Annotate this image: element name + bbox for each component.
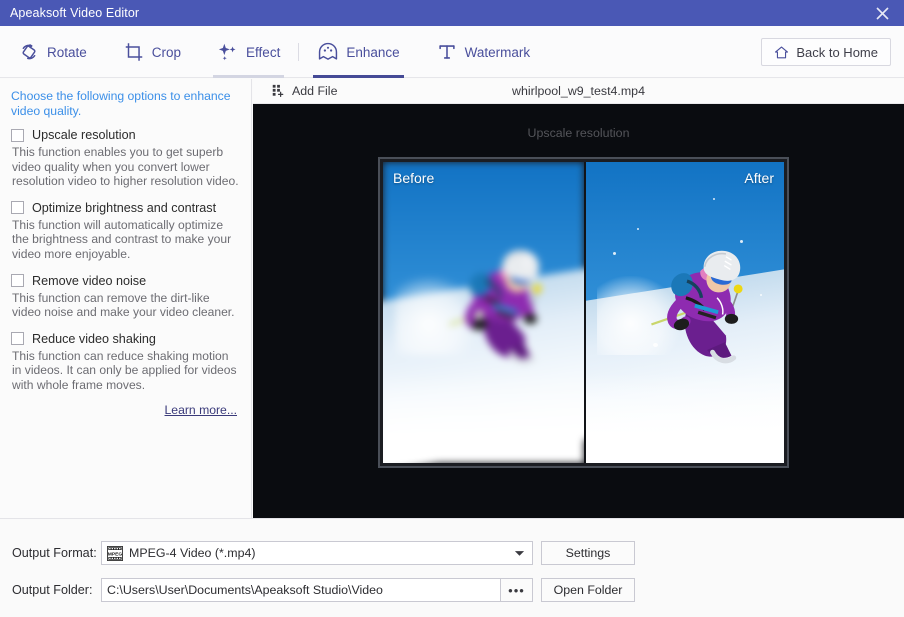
panel-intro-text: Choose the following options to enhance … <box>11 89 231 118</box>
video-preview-area: Upscale resolution Before After <box>253 104 904 518</box>
checkbox-remove-video-noise[interactable] <box>11 274 24 288</box>
crop-icon <box>123 41 145 63</box>
tab-effect-underline <box>213 75 285 78</box>
main-toolbar: Rotate Crop Effect Enhance Watermark Bac… <box>0 26 904 78</box>
option-description: This function can remove the dirt-like v… <box>12 290 235 320</box>
tab-effect[interactable]: Effect <box>199 26 298 78</box>
skier-figure <box>647 213 758 403</box>
checkbox-upscale-resolution[interactable] <box>11 128 24 142</box>
enhance-options-panel: Choose the following options to enhance … <box>0 79 252 518</box>
option-remove-video-noise[interactable]: Remove video noise <box>11 274 240 288</box>
home-icon <box>774 45 789 60</box>
tab-watermark-label: Watermark <box>464 44 531 60</box>
after-scene <box>585 162 784 463</box>
tab-rotate-underline <box>14 75 91 78</box>
browse-folder-button[interactable]: ••• <box>501 578 533 602</box>
option-optimize-brightness-contrast[interactable]: Optimize brightness and contrast <box>11 201 240 215</box>
preview-before-pane: Before <box>383 162 584 463</box>
tab-enhance-label: Enhance <box>346 44 400 60</box>
option-label: Upscale resolution <box>32 128 136 142</box>
preview-frame[interactable]: Before After <box>378 157 789 468</box>
settings-label: Settings <box>565 546 611 560</box>
text-t-icon <box>436 41 458 63</box>
tab-crop-label: Crop <box>151 44 182 60</box>
close-icon <box>875 6 889 20</box>
svg-text:MPEG: MPEG <box>108 551 123 557</box>
file-bar: Add File whirlpool_w9_test4.mp4 <box>253 79 904 104</box>
tab-enhance[interactable]: Enhance <box>299 26 417 78</box>
output-format-value: MPEG-4 Video (*.mp4) <box>129 546 256 560</box>
current-file-name: whirlpool_w9_test4.mp4 <box>512 84 645 98</box>
bottom-bar: Output Format: MPEG MPEG-4 Video (*.mp4)… <box>0 518 904 617</box>
add-file-icon <box>271 84 285 98</box>
option-reduce-video-shaking[interactable]: Reduce video shaking <box>11 332 240 346</box>
tab-enhance-underline <box>313 75 404 78</box>
sparkle-icon <box>217 41 239 63</box>
output-format-select[interactable]: MPEG MPEG-4 Video (*.mp4) <box>101 541 533 565</box>
option-description: This function enables you to get superb … <box>12 145 239 189</box>
tab-bar: Rotate Crop Effect Enhance Watermark <box>0 26 548 78</box>
tab-effect-label: Effect <box>246 44 281 60</box>
enhance-icon <box>317 41 339 63</box>
add-file-label: Add File <box>292 84 338 98</box>
output-folder-input[interactable]: C:\Users\User\Documents\Apeaksoft Studio… <box>101 578 501 602</box>
option-label: Optimize brightness and contrast <box>32 200 217 215</box>
checkbox-reduce-video-shaking[interactable] <box>11 332 24 346</box>
output-folder-label: Output Folder: <box>12 583 93 597</box>
before-label: Before <box>393 170 435 186</box>
chevron-down-icon[interactable] <box>508 542 530 564</box>
tab-rotate[interactable]: Rotate <box>0 26 105 78</box>
preview-inner: Before After <box>383 162 784 463</box>
option-label: Remove video noise <box>32 273 147 288</box>
tab-crop-underline <box>119 75 185 78</box>
output-format-row: Output Format: MPEG MPEG-4 Video (*.mp4)… <box>12 541 635 565</box>
option-upscale-resolution[interactable]: Upscale resolution <box>11 128 240 142</box>
app-window: Apeaksoft Video Editor Rotate Crop Effec… <box>0 0 904 617</box>
preview-after-pane: After <box>583 162 784 463</box>
learn-more-link[interactable]: Learn more... <box>165 403 237 417</box>
snow-flake <box>613 252 617 256</box>
before-scene <box>383 162 584 463</box>
option-description: This function can reduce shaking motion … <box>12 348 237 392</box>
back-to-home-button[interactable]: Back to Home <box>761 38 891 66</box>
add-file-button[interactable]: Add File <box>271 84 337 98</box>
output-folder-value: C:\Users\User\Documents\Apeaksoft Studio… <box>107 583 383 597</box>
snow-flake <box>712 198 715 201</box>
window-title: Apeaksoft Video Editor <box>10 6 140 20</box>
learn-more-container: Learn more... <box>11 401 240 419</box>
tab-rotate-label: Rotate <box>47 44 87 60</box>
open-folder-label: Open Folder <box>553 583 623 597</box>
title-bar: Apeaksoft Video Editor <box>0 0 904 26</box>
back-to-home-label: Back to Home <box>796 44 878 60</box>
output-format-label: Output Format: <box>12 546 97 560</box>
after-label: After <box>744 170 774 186</box>
tab-watermark[interactable]: Watermark <box>418 26 549 78</box>
mpeg-film-icon: MPEG <box>107 545 123 561</box>
open-folder-button[interactable]: Open Folder <box>541 578 635 602</box>
checkbox-optimize-brightness-contrast[interactable] <box>11 201 24 215</box>
settings-button[interactable]: Settings <box>541 541 635 565</box>
preview-caption: Upscale resolution <box>527 126 630 140</box>
tab-crop[interactable]: Crop <box>105 26 199 78</box>
tab-watermark-underline <box>432 75 535 78</box>
option-description: This function will automatically optimiz… <box>12 217 232 261</box>
option-label: Reduce video shaking <box>32 331 156 346</box>
snow-flake <box>637 228 640 231</box>
skier-figure <box>445 213 557 403</box>
rotate-icon <box>18 41 40 63</box>
browse-label: ••• <box>508 582 525 598</box>
output-folder-row: Output Folder: C:\Users\User\Documents\A… <box>12 578 635 602</box>
close-button[interactable] <box>860 0 904 26</box>
